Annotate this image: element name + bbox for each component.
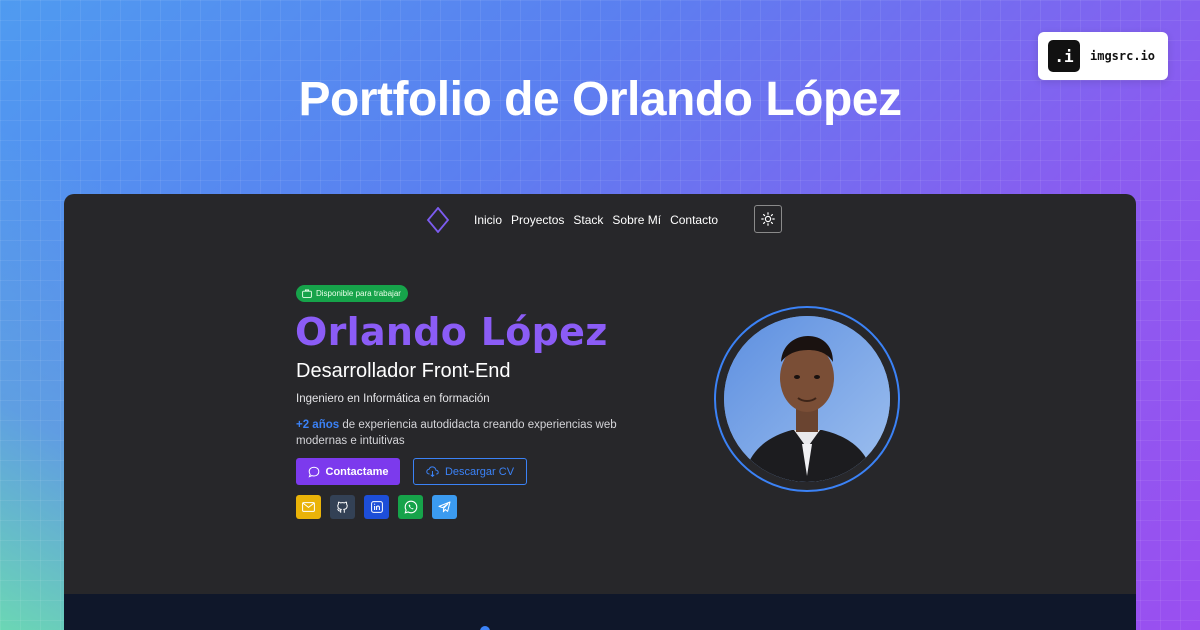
nav-item-stack[interactable]: Stack [573, 213, 603, 227]
site-preview-window: Inicio Proyectos Stack Sobre Mí Contacto [64, 194, 1136, 630]
sun-icon [761, 212, 775, 226]
hero-subtitle: Ingeniero en Informática en formación [296, 393, 490, 405]
social-links [296, 495, 466, 519]
nav-links: Inicio Proyectos Stack Sobre Mí Contacto [474, 213, 727, 227]
experience-highlight: +2 años [296, 419, 340, 431]
navbar: Inicio Proyectos Stack Sobre Mí Contacto [64, 200, 1136, 240]
social-whatsapp-button[interactable] [398, 495, 423, 519]
nav-item-sobre-mi[interactable]: Sobre Mí [612, 213, 661, 227]
next-section-edge [64, 594, 1136, 630]
contact-button-label: Contactame [325, 465, 389, 478]
section-indicator-dot [480, 626, 490, 630]
telegram-icon [438, 501, 451, 513]
cloud-download-icon [426, 466, 439, 477]
social-github-button[interactable] [330, 495, 355, 519]
social-email-button[interactable] [296, 495, 321, 519]
briefcase-icon [302, 289, 312, 298]
whatsapp-icon [404, 500, 417, 514]
download-cv-label: Descargar CV [444, 465, 515, 478]
hero-experience: +2 años de experiencia autodidacta crean… [296, 417, 666, 449]
avatar-ring [714, 306, 900, 492]
availability-badge: Disponible para trabajar [296, 285, 408, 302]
mail-icon [302, 502, 315, 512]
chat-bubble-icon [308, 466, 319, 477]
page-title: Portfolio de Orlando López [298, 73, 902, 126]
diamond-logo-icon[interactable] [426, 207, 450, 233]
theme-toggle-button[interactable] [754, 205, 782, 233]
avatar [724, 316, 890, 482]
nav-item-proyectos[interactable]: Proyectos [511, 213, 564, 227]
nav-item-inicio[interactable]: Inicio [474, 213, 502, 227]
profile-photo [724, 316, 890, 482]
linkedin-icon [370, 501, 383, 513]
nav-item-contacto[interactable]: Contacto [670, 213, 718, 227]
download-cv-button[interactable]: Descargar CV [413, 458, 527, 485]
github-icon [337, 501, 348, 513]
hero-role: Desarrollador Front-End [296, 360, 511, 382]
hero-name: Orlando López [295, 310, 608, 354]
availability-text: Disponible para trabajar [316, 289, 401, 298]
social-linkedin-button[interactable] [364, 495, 389, 519]
brand-logo: .i [1048, 40, 1080, 72]
contact-button[interactable]: Contactame [296, 458, 400, 485]
experience-text: de experiencia autodidacta creando exper… [296, 419, 617, 447]
social-telegram-button[interactable] [432, 495, 457, 519]
brand-name: imgsrc.io [1090, 49, 1156, 63]
